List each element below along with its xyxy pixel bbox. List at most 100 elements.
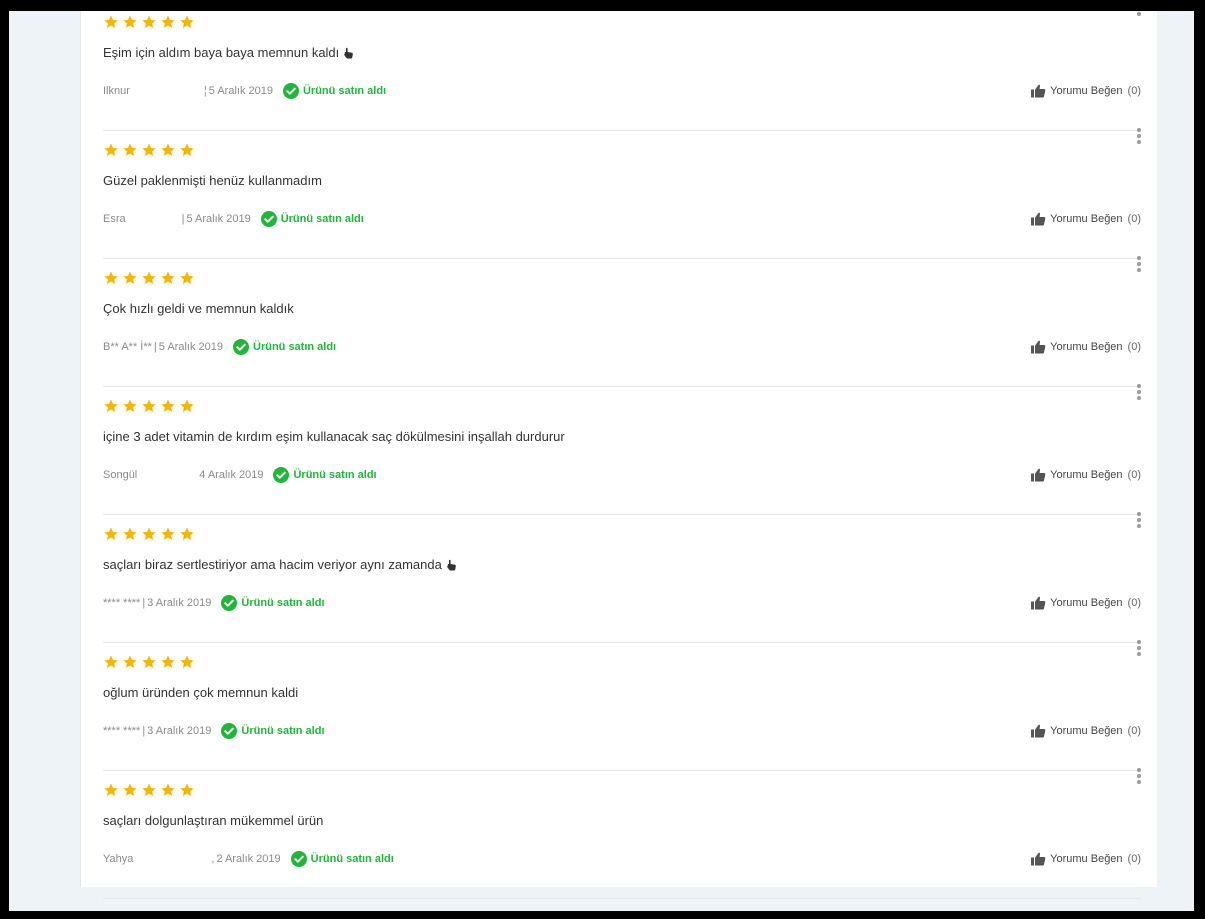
like-label: Yorumu Beğen — [1050, 725, 1123, 737]
review-meta: Ilknur ¦ 5 Aralık 2019 Ürünü satın aldı — [103, 82, 386, 100]
like-label: Yorumu Beğen — [1050, 853, 1123, 865]
review-comment-text: oğlum üründen çok memnun kaldi — [103, 685, 299, 700]
star-icon — [160, 270, 176, 286]
star-icon — [141, 526, 157, 542]
check-circle-icon — [233, 339, 249, 355]
thumbs-up-icon — [1031, 852, 1046, 866]
review-comment: oğlum üründen çok memnun kaldi — [103, 684, 298, 702]
like-count: (0) — [1127, 213, 1141, 225]
like-review-button[interactable]: Yorumu Beğen (0) — [1031, 594, 1141, 612]
star-icon — [160, 782, 176, 798]
verified-label: Ürünü satın aldı — [253, 341, 337, 353]
review-date: 3 Aralık 2019 — [147, 725, 212, 737]
meta-separator: | — [142, 725, 146, 737]
review-date: 2 Aralık 2019 — [216, 853, 281, 865]
meta-separator: | — [181, 213, 185, 225]
verified-purchase-badge: Ürünü satın aldı — [221, 723, 325, 739]
star-icon — [160, 14, 176, 30]
like-review-button[interactable]: Yorumu Beğen (0) — [1031, 722, 1141, 740]
review-comment-text: saçları biraz sertlestiriyor ama hacim v… — [103, 557, 442, 572]
star-icon — [179, 782, 195, 798]
star-icon — [122, 398, 138, 414]
verified-label: Ürünü satın aldı — [280, 213, 364, 225]
like-review-button[interactable]: Yorumu Beğen (0) — [1031, 210, 1141, 228]
like-count: (0) — [1127, 725, 1141, 737]
review-comment: saçları dolgunlaştıran mükemmel ürün — [103, 812, 323, 830]
review-author: B** A** İ** — [103, 341, 152, 353]
more-options-icon[interactable] — [1136, 11, 1142, 18]
more-options-icon[interactable] — [1136, 512, 1142, 530]
like-review-button[interactable]: Yorumu Beğen (0) — [1031, 850, 1141, 868]
star-icon — [141, 782, 157, 798]
star-icon — [103, 654, 119, 670]
review-item: oğlum üründen çok memnun kaldi **** ****… — [103, 640, 1142, 771]
review-author: **** **** — [103, 597, 141, 609]
review-author: Ilknur — [103, 85, 130, 97]
review-comment-text: Çok hızlı geldi ve memnun kaldık — [103, 301, 294, 316]
rating-stars — [103, 398, 195, 414]
like-review-button[interactable]: Yorumu Beğen (0) — [1031, 338, 1141, 356]
star-icon — [103, 398, 119, 414]
star-icon — [122, 270, 138, 286]
more-options-icon[interactable] — [1136, 384, 1142, 402]
like-review-button[interactable]: Yorumu Beğen (0) — [1031, 466, 1141, 484]
review-comment: Güzel paklenmişti henüz kullanmadım — [103, 172, 322, 190]
review-item: Çok hızlı geldi ve memnun kaldık B** A**… — [103, 256, 1142, 387]
review-author: Esra — [103, 213, 126, 225]
review-meta: **** **** | 3 Aralık 2019 Ürünü satın al… — [103, 722, 325, 740]
meta-separator: , — [211, 853, 215, 865]
review-meta: Songül 4 Aralık 2019 Ürünü satın aldı — [103, 466, 377, 484]
reviews-list: Eşim için aldım baya baya memnun kaldı I… — [80, 11, 1157, 899]
review-item: içine 3 adet vitamin de kırdım eşim kull… — [103, 384, 1142, 515]
review-meta: Esra | 5 Aralık 2019 Ürünü satın aldı — [103, 210, 364, 228]
more-options-icon[interactable] — [1136, 640, 1142, 658]
thumbs-up-icon — [1031, 724, 1046, 738]
star-icon — [160, 654, 176, 670]
like-label: Yorumu Beğen — [1050, 341, 1123, 353]
verified-label: Ürünü satın aldı — [310, 853, 394, 865]
review-comment: içine 3 adet vitamin de kırdım eşim kull… — [103, 428, 565, 446]
rating-stars — [103, 270, 195, 286]
like-review-button[interactable]: Yorumu Beğen (0) — [1031, 82, 1141, 100]
review-comment-text: Güzel paklenmişti henüz kullanmadım — [103, 173, 322, 188]
rating-stars — [103, 14, 195, 30]
review-meta: B** A** İ** | 5 Aralık 2019 Ürünü satın … — [103, 338, 336, 356]
star-icon — [122, 654, 138, 670]
review-author: Songül — [103, 469, 138, 481]
star-icon — [179, 526, 195, 542]
meta-separator: | — [153, 341, 157, 353]
rating-stars — [103, 782, 195, 798]
verified-label: Ürünü satın aldı — [302, 85, 387, 97]
review-date: 3 Aralık 2019 — [147, 597, 212, 609]
thumbs-up-icon — [1031, 212, 1046, 226]
star-icon — [160, 142, 176, 158]
meta-separator: | — [142, 597, 146, 609]
check-circle-icon — [221, 723, 238, 739]
verified-purchase-badge: Ürünü satın aldı — [260, 211, 364, 227]
rating-stars — [103, 526, 195, 542]
verified-purchase-badge: Ürünü satın aldı — [282, 83, 387, 99]
check-circle-icon — [260, 211, 277, 227]
verified-label: Ürünü satın aldı — [293, 469, 377, 481]
more-options-icon[interactable] — [1136, 256, 1142, 274]
verified-purchase-badge: Ürünü satın aldı — [221, 595, 325, 611]
star-icon — [122, 782, 138, 798]
more-options-icon[interactable] — [1136, 768, 1142, 786]
thumbs-up-icon — [1031, 340, 1046, 354]
star-icon — [103, 782, 119, 798]
more-options-icon[interactable] — [1136, 128, 1142, 146]
review-item: Eşim için aldım baya baya memnun kaldı I… — [103, 11, 1141, 131]
pointing-hand-icon — [445, 558, 457, 571]
review-comment: saçları biraz sertlestiriyor ama hacim v… — [103, 556, 457, 574]
star-icon — [160, 526, 176, 542]
review-date: 4 Aralık 2019 — [199, 469, 264, 481]
rating-stars — [103, 654, 195, 670]
review-date: 5 Aralık 2019 — [158, 341, 223, 353]
review-meta: **** **** | 3 Aralık 2019 Ürünü satın al… — [103, 594, 325, 612]
meta-separator: ¦ — [203, 85, 207, 97]
review-comment-text: Eşim için aldım baya baya memnun kaldı — [103, 45, 340, 60]
star-icon — [141, 270, 157, 286]
review-item: saçları dolgunlaştıran mükemmel ürün Yah… — [103, 768, 1142, 899]
review-date: 5 Aralık 2019 — [208, 85, 273, 97]
thumbs-up-icon — [1031, 84, 1046, 98]
